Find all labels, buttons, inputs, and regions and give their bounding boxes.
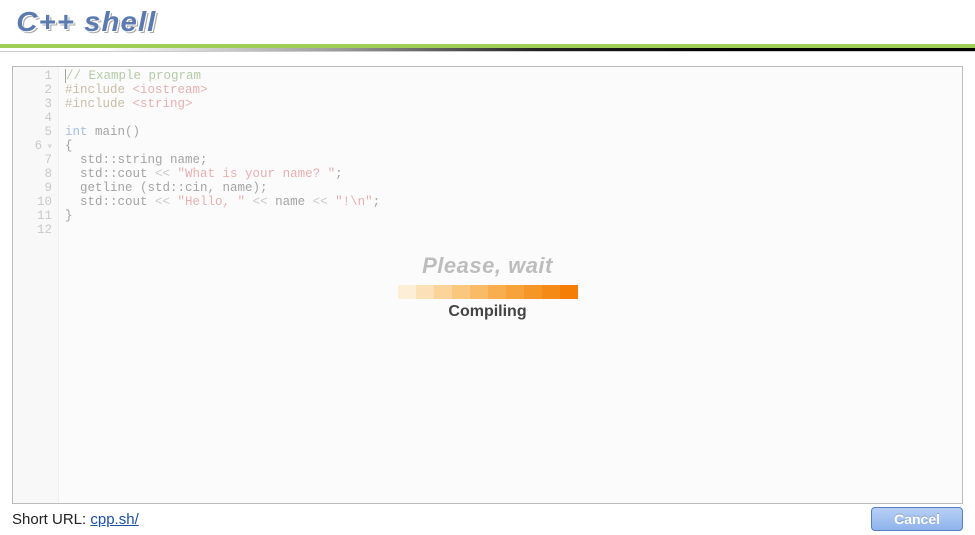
short-url-link[interactable]: cpp.sh/ xyxy=(90,511,138,528)
cancel-button[interactable]: Cancel xyxy=(871,507,963,531)
line-number: 11 xyxy=(13,209,52,223)
code-line[interactable]: { xyxy=(65,139,962,153)
header: C++ shell xyxy=(0,0,975,44)
code-editor[interactable]: 123456789101112 // Example program#inclu… xyxy=(12,66,963,504)
code-line[interactable]: #include <iostream> xyxy=(65,83,962,97)
header-divider xyxy=(0,44,975,52)
line-number: 5 xyxy=(13,125,52,139)
footer: Short URL: cpp.sh/ Cancel xyxy=(12,507,963,531)
line-number-gutter: 123456789101112 xyxy=(13,67,59,503)
code-line[interactable]: std::cout << "Hello, " << name << "!\n"; xyxy=(65,195,962,209)
logo: C++ shell xyxy=(12,2,975,44)
code-line[interactable]: int main() xyxy=(65,125,962,139)
code-line[interactable]: } xyxy=(65,209,962,223)
short-url: Short URL: cpp.sh/ xyxy=(12,511,139,528)
line-number: 6 xyxy=(13,139,52,153)
line-number: 2 xyxy=(13,83,52,97)
line-number: 1 xyxy=(13,69,52,83)
short-url-label: Short URL: xyxy=(12,511,90,528)
code-line[interactable]: // Example program xyxy=(65,69,962,83)
line-number: 10 xyxy=(13,195,52,209)
code-area[interactable]: 123456789101112 // Example program#inclu… xyxy=(13,67,962,503)
line-number: 12 xyxy=(13,223,52,237)
line-number: 7 xyxy=(13,153,52,167)
line-number: 9 xyxy=(13,181,52,195)
code-content[interactable]: // Example program#include <iostream>#in… xyxy=(59,67,962,503)
code-line[interactable]: #include <string> xyxy=(65,97,962,111)
line-number: 3 xyxy=(13,97,52,111)
line-number: 8 xyxy=(13,167,52,181)
code-line[interactable] xyxy=(65,223,962,237)
code-line[interactable]: getline (std::cin, name); xyxy=(65,181,962,195)
code-line[interactable]: std::string name; xyxy=(65,153,962,167)
code-line[interactable] xyxy=(65,111,962,125)
line-number: 4 xyxy=(13,111,52,125)
code-line[interactable]: std::cout << "What is your name? "; xyxy=(65,167,962,181)
